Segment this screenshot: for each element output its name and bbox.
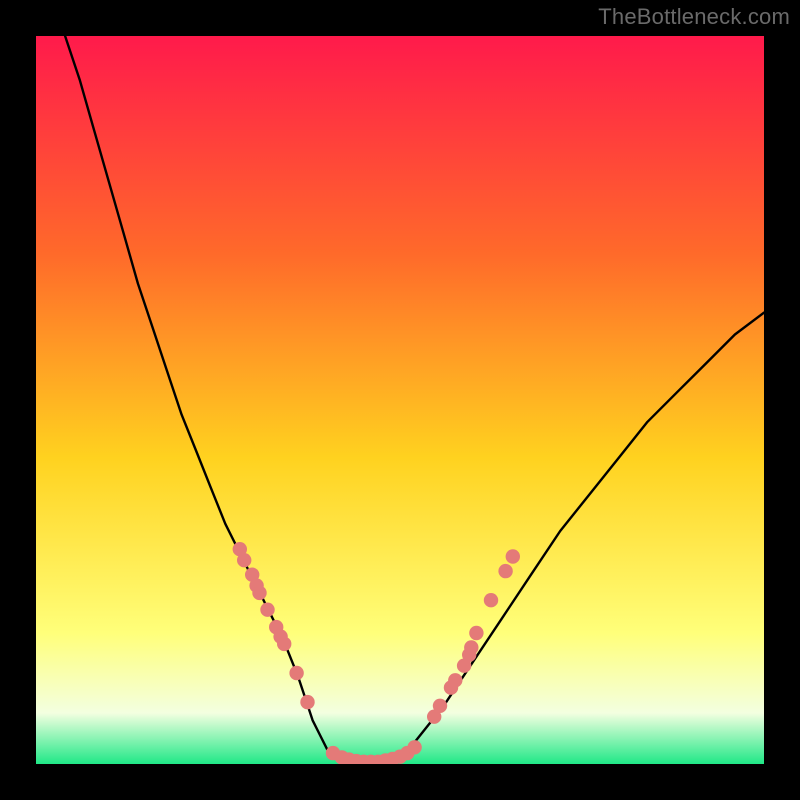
data-dot xyxy=(464,640,478,654)
data-dot xyxy=(252,586,266,600)
data-dot xyxy=(277,637,291,651)
data-dot xyxy=(506,549,520,563)
data-dot xyxy=(407,740,421,754)
data-dot xyxy=(469,626,483,640)
data-dot xyxy=(484,593,498,607)
data-dot xyxy=(448,673,462,687)
watermark-text: TheBottleneck.com xyxy=(598,4,790,30)
data-dot xyxy=(237,553,251,567)
plot-area xyxy=(36,36,764,764)
data-dot xyxy=(498,564,512,578)
chart-frame: TheBottleneck.com xyxy=(0,0,800,800)
data-dot xyxy=(260,603,274,617)
data-dot xyxy=(433,699,447,713)
data-dot xyxy=(300,695,314,709)
chart-svg xyxy=(36,36,764,764)
gradient-background xyxy=(36,36,764,764)
data-dot xyxy=(289,666,303,680)
